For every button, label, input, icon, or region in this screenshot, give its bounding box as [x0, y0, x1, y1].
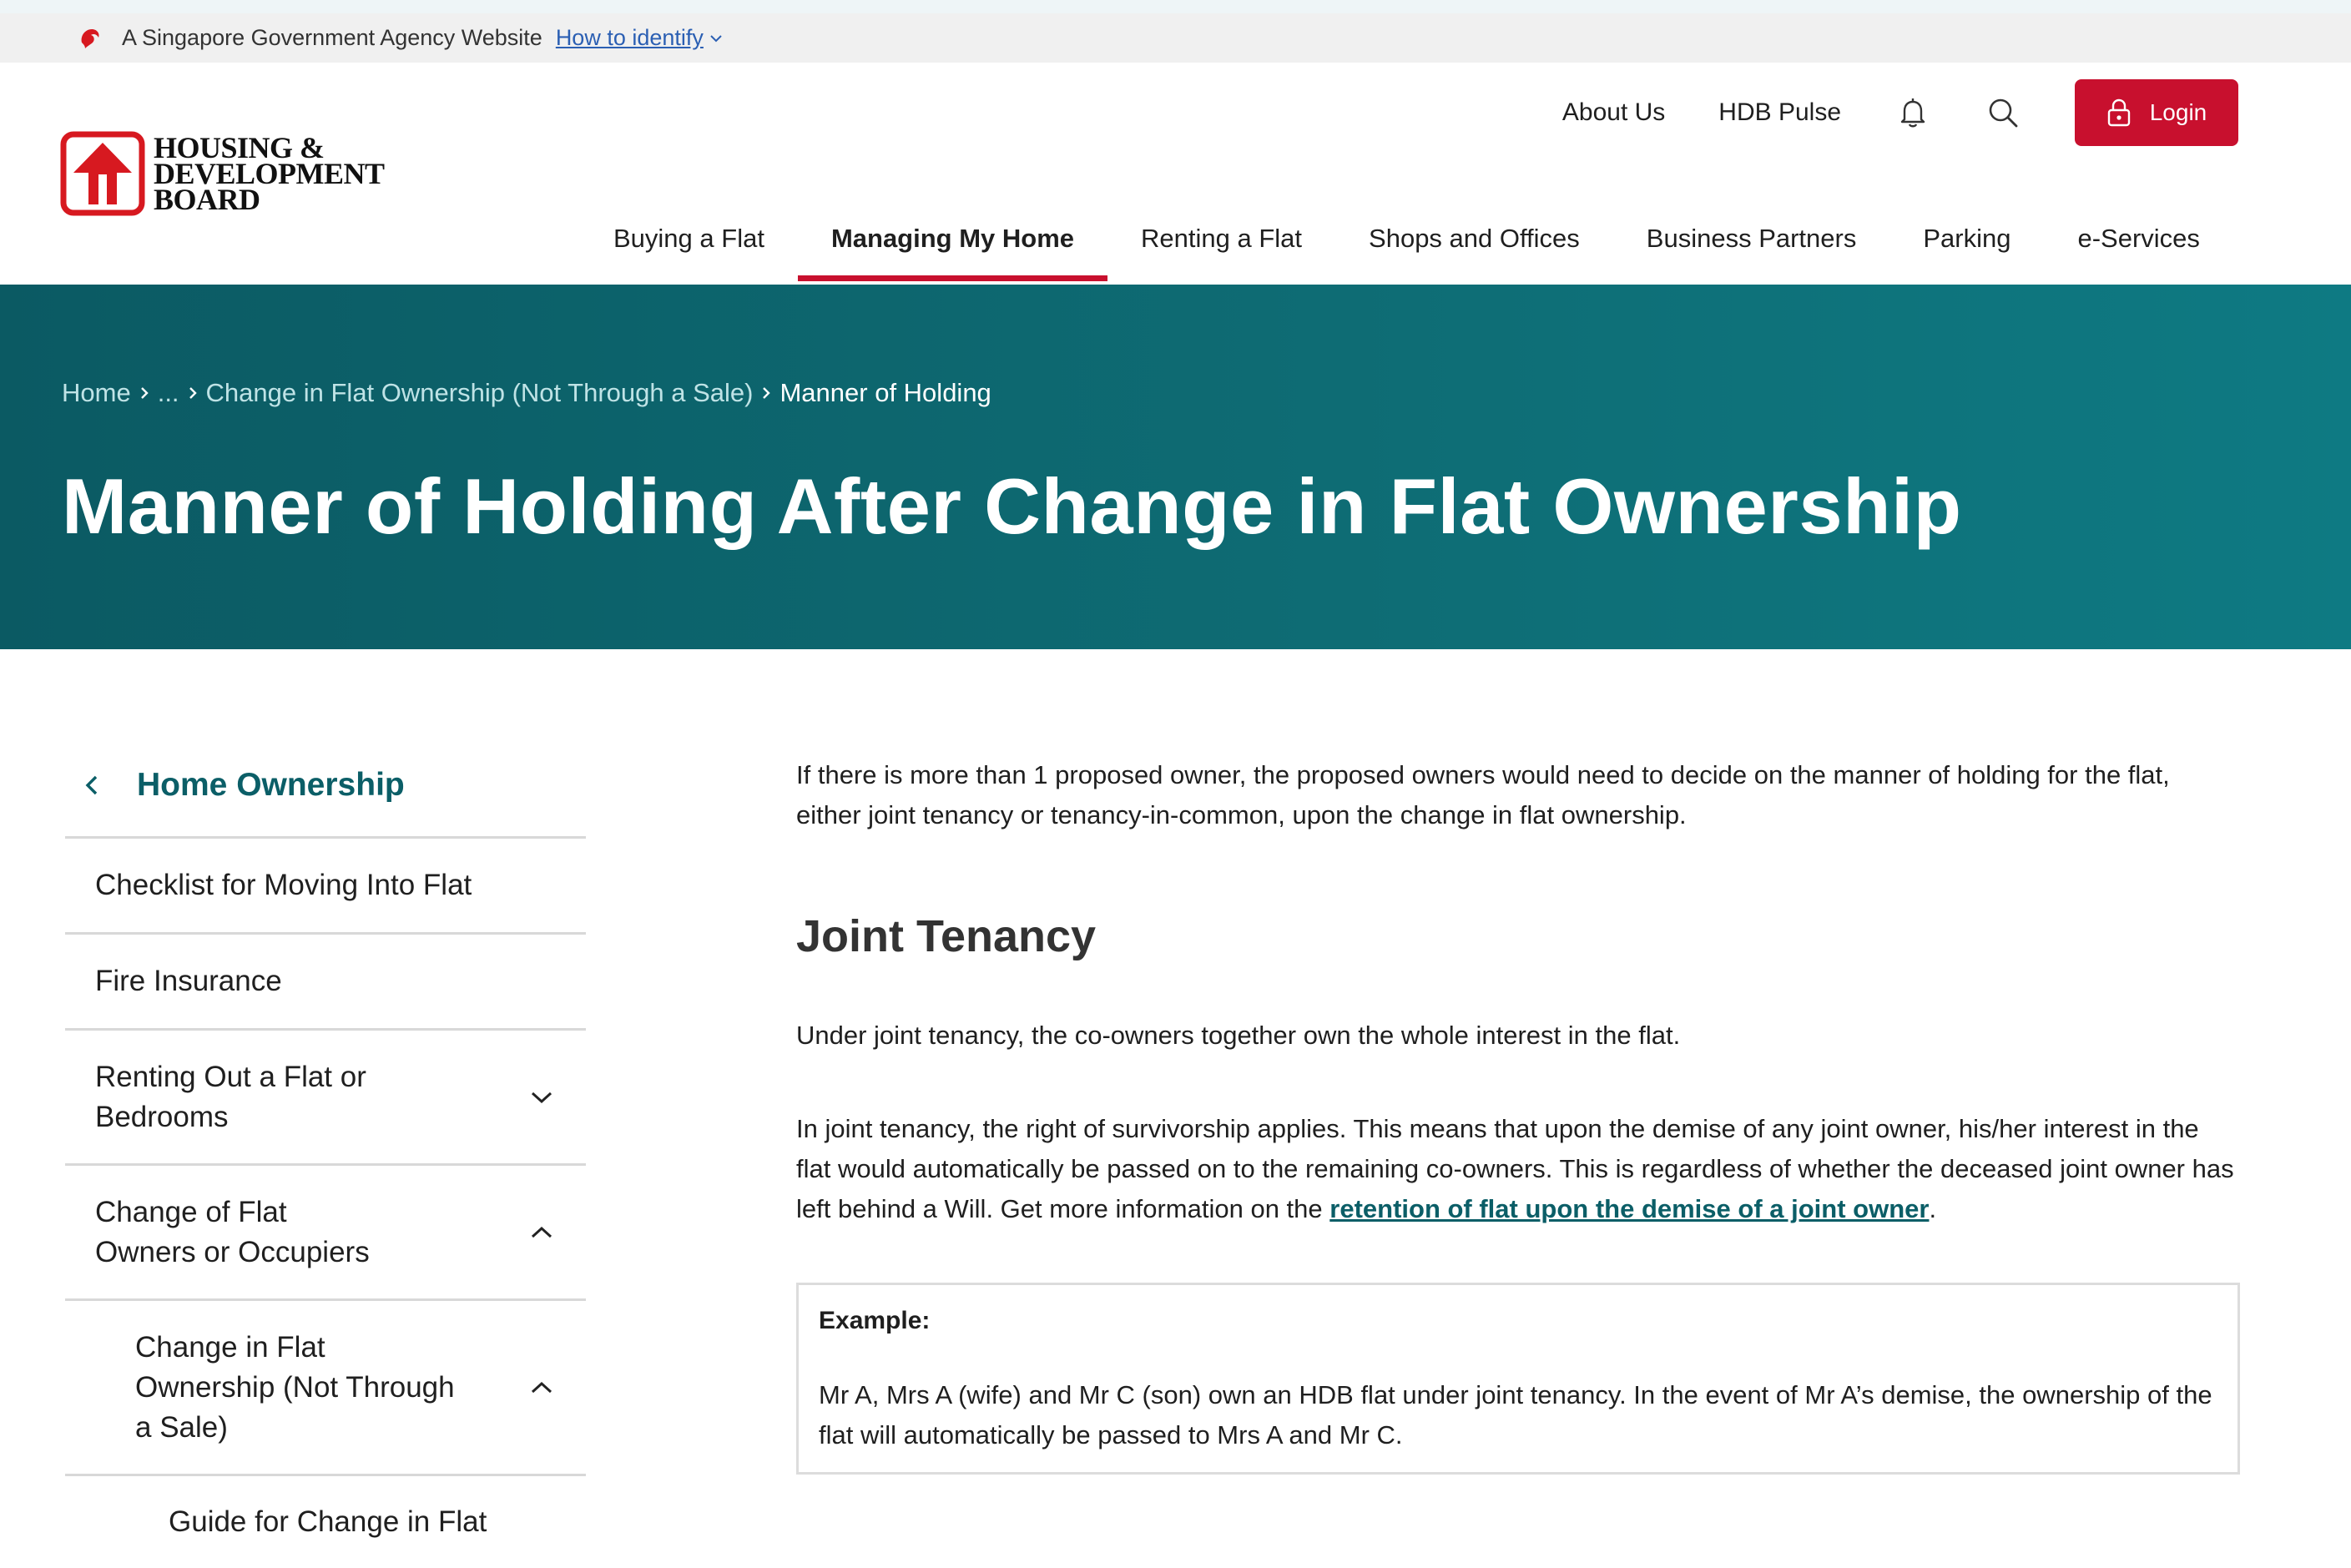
hdb-logo-mark: [60, 131, 145, 216]
sidebar-item-renting-out[interactable]: Renting Out a Flat or Bedrooms: [65, 1031, 586, 1166]
example-box: Example: Mr A, Mrs A (wife) and Mr C (so…: [796, 1283, 2240, 1475]
login-button[interactable]: Login: [2075, 79, 2238, 146]
chevron-down-icon: [710, 34, 722, 42]
nav-parking[interactable]: Parking: [1889, 196, 2044, 285]
page-hero: Home ... Change in Flat Ownership (Not T…: [0, 285, 2351, 649]
sidebar-item-label-line-1: Change in Flat: [135, 1330, 325, 1364]
sidebar-item-label-line-2: Bedrooms: [95, 1100, 229, 1133]
sidebar-subsubitem-guide[interactable]: Guide for Change in Flat: [65, 1476, 586, 1568]
breadcrumb-current: Manner of Holding: [779, 378, 991, 407]
lock-icon: [2107, 98, 2130, 127]
page-title: Manner of Holding After Change in Flat O…: [62, 462, 1962, 550]
sidebar-subitem-change-in-ownership[interactable]: Change in Flat Ownership (Not Through a …: [65, 1301, 586, 1476]
example-label: Example:: [819, 1307, 931, 1334]
hdb-logo-text: HOUSING & DEVELOPMENT BOARD: [154, 133, 385, 216]
sidebar-item-label: Renting Out a Flat or Bedrooms: [95, 1057, 366, 1137]
login-label: Login: [2149, 99, 2207, 125]
logo-line-3: BOARD: [154, 182, 260, 216]
chevron-up-icon[interactable]: [529, 1225, 554, 1240]
chevron-down-icon[interactable]: [529, 1090, 554, 1105]
site-header: HOUSING & DEVELOPMENT BOARD About Us HDB…: [0, 63, 2351, 285]
nav-business-partners[interactable]: Business Partners: [1613, 196, 1890, 285]
sidebar-title: Home Ownership: [137, 767, 405, 803]
paragraph-end: .: [1929, 1194, 1937, 1223]
sidebar-item-label: Fire Insurance: [95, 965, 282, 997]
sidebar-item-label: Checklist for Moving Into Flat: [95, 869, 472, 901]
how-to-identify-label: How to identify: [555, 25, 704, 50]
sidebar-item-label: Change in Flat Ownership (Not Through a …: [135, 1328, 455, 1448]
breadcrumb-home[interactable]: Home: [62, 378, 131, 408]
breadcrumb: Home ... Change in Flat Ownership (Not T…: [62, 378, 991, 408]
gov-top-strip: [0, 0, 2351, 13]
intro-paragraph: If there is more than 1 proposed owner, …: [796, 760, 2170, 829]
sidebar-item-checklist[interactable]: Checklist for Moving Into Flat: [65, 839, 586, 935]
nav-e-services[interactable]: e-Services: [2044, 196, 2232, 285]
about-us-link[interactable]: About Us: [1562, 98, 1665, 127]
section-heading-joint-tenancy: Joint Tenancy: [796, 911, 1097, 961]
bell-icon[interactable]: [1894, 94, 1931, 131]
chevron-up-icon[interactable]: [529, 1380, 554, 1395]
sidebar-item-label-line-3: a Sale): [135, 1410, 228, 1444]
how-to-identify-link[interactable]: How to identify: [556, 25, 724, 51]
sidebar-item-label-line-1: Renting Out a Flat or: [95, 1060, 366, 1093]
sidebar-item-label-line-2: Owners or Occupiers: [95, 1235, 370, 1268]
sidebar-header[interactable]: Home Ownership: [65, 734, 586, 839]
sidebar-item-change-of-owners[interactable]: Change of Flat Owners or Occupiers: [65, 1166, 586, 1301]
utility-nav: About Us HDB Pulse Login: [1509, 79, 2238, 146]
sidebar-item-fire-insurance[interactable]: Fire Insurance: [65, 935, 586, 1031]
chevron-right-icon: [140, 387, 149, 399]
sidebar-item-label: Change of Flat Owners or Occupiers: [95, 1192, 370, 1273]
sidebar-item-label-line-2: Ownership (Not Through: [135, 1370, 455, 1404]
sidebar-nav: Home Ownership Checklist for Moving Into…: [65, 734, 586, 1568]
gov-masthead-text: A Singapore Government Agency Website: [122, 25, 542, 50]
gov-masthead: A Singapore Government Agency Website Ho…: [0, 13, 2351, 63]
example-text: Mr A, Mrs A (wife) and Mr C (son) own an…: [819, 1380, 2212, 1450]
sidebar-item-label-line-1: Change of Flat: [95, 1195, 287, 1228]
chevron-left-icon: [85, 775, 98, 795]
hdb-pulse-link[interactable]: HDB Pulse: [1718, 98, 1841, 127]
joint-tenancy-paragraph-1: Under joint tenancy, the co-owners toget…: [796, 1021, 1681, 1050]
chevron-right-icon: [763, 387, 771, 399]
nav-renting-a-flat[interactable]: Renting a Flat: [1107, 196, 1335, 285]
sidebar-item-label: Guide for Change in Flat: [169, 1505, 487, 1538]
retention-of-flat-link[interactable]: retention of flat upon the demise of a j…: [1329, 1194, 1929, 1223]
joint-tenancy-paragraph-2: In joint tenancy, the right of survivors…: [796, 1109, 2240, 1229]
nav-buying-a-flat[interactable]: Buying a Flat: [580, 196, 798, 285]
search-icon[interactable]: [1985, 94, 2021, 131]
breadcrumb-ellipsis[interactable]: ...: [158, 378, 179, 408]
main-content: If there is more than 1 proposed owner, …: [796, 755, 2240, 1475]
nav-managing-my-home[interactable]: Managing My Home: [797, 196, 1108, 285]
nav-shops-and-offices[interactable]: Shops and Offices: [1335, 196, 1613, 285]
chevron-right-icon: [189, 387, 197, 399]
lion-head-icon: [81, 28, 99, 48]
main-nav: Buying a Flat Managing My Home Renting a…: [580, 196, 2233, 285]
hdb-logo[interactable]: HOUSING & DEVELOPMENT BOARD: [60, 131, 385, 216]
breadcrumb-parent[interactable]: Change in Flat Ownership (Not Through a …: [206, 378, 754, 408]
